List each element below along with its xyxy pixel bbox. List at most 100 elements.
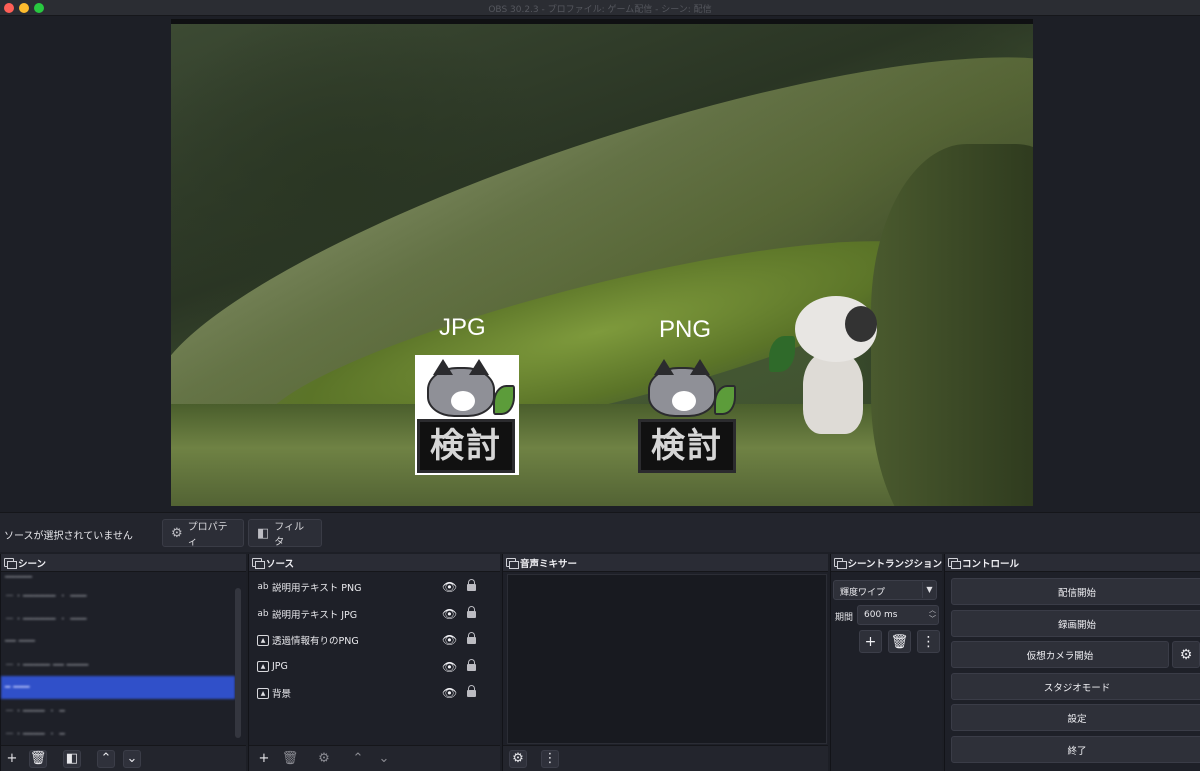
- preview-canvas[interactable]: JPG PNG 検討 検討: [171, 24, 1033, 506]
- visibility-eye-icon[interactable]: 👁: [442, 660, 457, 674]
- stepper-arrows-icon[interactable]: ︿ ﹀: [929, 606, 936, 624]
- window-title: OBS 30.2.3 - プロファイル: ゲーム配信 - シーン: 配信: [488, 5, 712, 15]
- chevron-down-icon: ⌄: [378, 751, 390, 766]
- sign-text: 検討: [638, 419, 736, 473]
- png-cat-image[interactable]: 検討: [636, 355, 740, 475]
- start-recording-button[interactable]: 録画開始: [951, 610, 1200, 637]
- close-window-button[interactable]: [4, 3, 14, 13]
- cat-head: [427, 359, 495, 417]
- trash-icon: 🗑: [890, 633, 909, 650]
- scenes-dock-header[interactable]: シーン: [1, 554, 246, 572]
- virtual-camera-settings-button[interactable]: ⚙: [1172, 641, 1200, 668]
- source-item[interactable]: ▲ 背景 👁: [249, 680, 501, 707]
- scene-item[interactable]: ー・━━━━ ・ ━: [1, 722, 235, 745]
- source-item[interactable]: ▲ JPG 👁: [249, 654, 501, 681]
- scenes-scrollbar[interactable]: [235, 588, 241, 738]
- remove-source-button[interactable]: 🗑: [281, 750, 299, 768]
- no-source-selected-text: ソースが選択されていません: [4, 531, 133, 542]
- move-source-up-button[interactable]: ⌃: [349, 750, 367, 768]
- gear-icon: ⚙: [1179, 646, 1193, 663]
- studio-mode-button[interactable]: スタジオモード: [951, 673, 1200, 700]
- scenes-dock: シーン ━━━━━ ー・━━━━━━ ・ ━━━ ー・━━━━━━ ・ ━━━ …: [0, 554, 246, 771]
- source-item[interactable]: ab 説明用テキスト JPG 👁: [249, 601, 501, 628]
- source-list: ab 説明用テキスト PNG 👁 ab 説明用テキスト JPG 👁 ▲ 透過情報…: [249, 574, 501, 707]
- scene-filters-button[interactable]: ◧: [63, 749, 81, 768]
- scene-item[interactable]: ー・━━━━ ・ ━: [1, 699, 235, 722]
- lock-icon[interactable]: [467, 658, 476, 671]
- audio-mixer-dock: 音声ミキサー ⚙ ⋮: [502, 554, 828, 771]
- remove-scene-button[interactable]: 🗑: [29, 749, 47, 768]
- filters-button[interactable]: ◧ フィルタ: [248, 519, 322, 548]
- image-source-icon: ▲: [257, 634, 269, 646]
- sign-text: 検討: [417, 419, 515, 473]
- source-item[interactable]: ▲ 透過情報有りのPNG 👁: [249, 627, 501, 654]
- duration-label: 期間: [835, 613, 854, 623]
- filter-icon: ◧: [65, 751, 79, 766]
- dock-icon: [252, 558, 265, 569]
- mixer-menu-button[interactable]: ⋮: [541, 749, 559, 768]
- exit-button[interactable]: 終了: [951, 736, 1200, 763]
- trash-icon: 🗑: [281, 751, 299, 766]
- source-item[interactable]: ab 説明用テキスト PNG 👁: [249, 574, 501, 601]
- png-overlay-label[interactable]: PNG: [659, 316, 711, 344]
- start-virtual-camera-button[interactable]: 仮想カメラ開始: [951, 641, 1169, 668]
- image-source-icon: ▲: [257, 661, 269, 673]
- jpg-overlay-label[interactable]: JPG: [439, 314, 486, 342]
- move-scene-down-button[interactable]: ⌄: [123, 749, 141, 768]
- image-source-icon: ▲: [257, 687, 269, 699]
- more-vertical-icon: ⋮: [543, 751, 557, 766]
- properties-button[interactable]: ⚙ プロパティ: [162, 519, 244, 548]
- settings-button[interactable]: 設定: [951, 704, 1200, 731]
- scene-item[interactable]: ー・━━━━━ ━━ ━━━━: [1, 653, 235, 676]
- controls-dock-header[interactable]: コントロール: [945, 554, 1200, 572]
- add-transition-button[interactable]: +: [859, 630, 882, 653]
- chevron-up-icon: ⌃: [352, 751, 364, 766]
- zoom-window-button[interactable]: [34, 3, 44, 13]
- scene-item[interactable]: ー・━━━━━━ ・ ━━━: [1, 584, 235, 607]
- visibility-eye-icon[interactable]: 👁: [442, 686, 457, 700]
- sources-footer: + 🗑 ⚙ ⌃ ⌄: [249, 745, 500, 771]
- move-source-down-button[interactable]: ⌄: [375, 750, 393, 768]
- cat-head: [648, 359, 716, 417]
- gear-icon: ⚙: [171, 525, 183, 541]
- duration-input[interactable]: 600 ms ︿ ﹀: [857, 605, 939, 625]
- add-source-button[interactable]: +: [255, 750, 273, 768]
- start-streaming-button[interactable]: 配信開始: [951, 578, 1200, 605]
- mixer-footer: ⚙ ⋮: [503, 745, 828, 771]
- scene-transitions-dock-header[interactable]: シーントランジション: [831, 554, 942, 572]
- visibility-eye-icon[interactable]: 👁: [442, 607, 457, 621]
- scene-transitions-dock: シーントランジション 輝度ワイプ ▼ 期間 600 ms ︿ ﹀ + 🗑 ⋮: [830, 554, 942, 771]
- move-scene-up-button[interactable]: ⌃: [97, 749, 115, 768]
- controls-dock: コントロール 配信開始 録画開始 仮想カメラ開始 ⚙ スタジオモード 設定 終了: [944, 554, 1200, 771]
- source-properties-button[interactable]: ⚙: [315, 750, 333, 768]
- cat-figurine: [769, 296, 877, 434]
- add-scene-button[interactable]: +: [3, 750, 21, 768]
- audio-mixer-dock-header[interactable]: 音声ミキサー: [503, 554, 828, 572]
- more-vertical-icon: ⋮: [921, 633, 936, 650]
- gear-icon: ⚙: [318, 751, 330, 766]
- scene-item[interactable]: ━━━━━: [1, 572, 235, 584]
- dock-icon: [834, 558, 848, 569]
- advanced-audio-button[interactable]: ⚙: [509, 749, 527, 768]
- chevron-down-icon: ▼: [922, 582, 936, 598]
- source-toolbar: ソースが選択されていません ⚙ プロパティ ◧ フィルタ: [0, 512, 1200, 552]
- remove-transition-button[interactable]: 🗑: [888, 630, 911, 653]
- scene-item-selected[interactable]: ━ ━━━: [1, 676, 235, 699]
- lock-icon[interactable]: [467, 605, 476, 618]
- lock-icon[interactable]: [467, 685, 476, 697]
- scene-item[interactable]: ー・━━━━━━ ・ ━━━: [1, 607, 235, 630]
- sources-dock-header[interactable]: ソース: [249, 554, 500, 572]
- lock-icon[interactable]: [467, 579, 476, 591]
- scene-item[interactable]: ━━ ━━━: [1, 630, 235, 653]
- transition-buttons: + 🗑 ⋮: [859, 630, 940, 653]
- chevron-up-icon: ⌃: [100, 751, 112, 766]
- transition-select[interactable]: 輝度ワイプ ▼: [833, 580, 937, 600]
- visibility-eye-icon[interactable]: 👁: [442, 580, 457, 594]
- scene-list: ━━━━━ ー・━━━━━━ ・ ━━━ ー・━━━━━━ ・ ━━━ ━━ ━…: [1, 572, 235, 745]
- visibility-eye-icon[interactable]: 👁: [442, 633, 457, 647]
- jpg-cat-image[interactable]: 検討: [415, 355, 519, 475]
- lock-icon[interactable]: [467, 632, 476, 644]
- dock-icon: [506, 558, 519, 569]
- minimize-window-button[interactable]: [19, 3, 29, 13]
- transition-menu-button[interactable]: ⋮: [917, 630, 940, 653]
